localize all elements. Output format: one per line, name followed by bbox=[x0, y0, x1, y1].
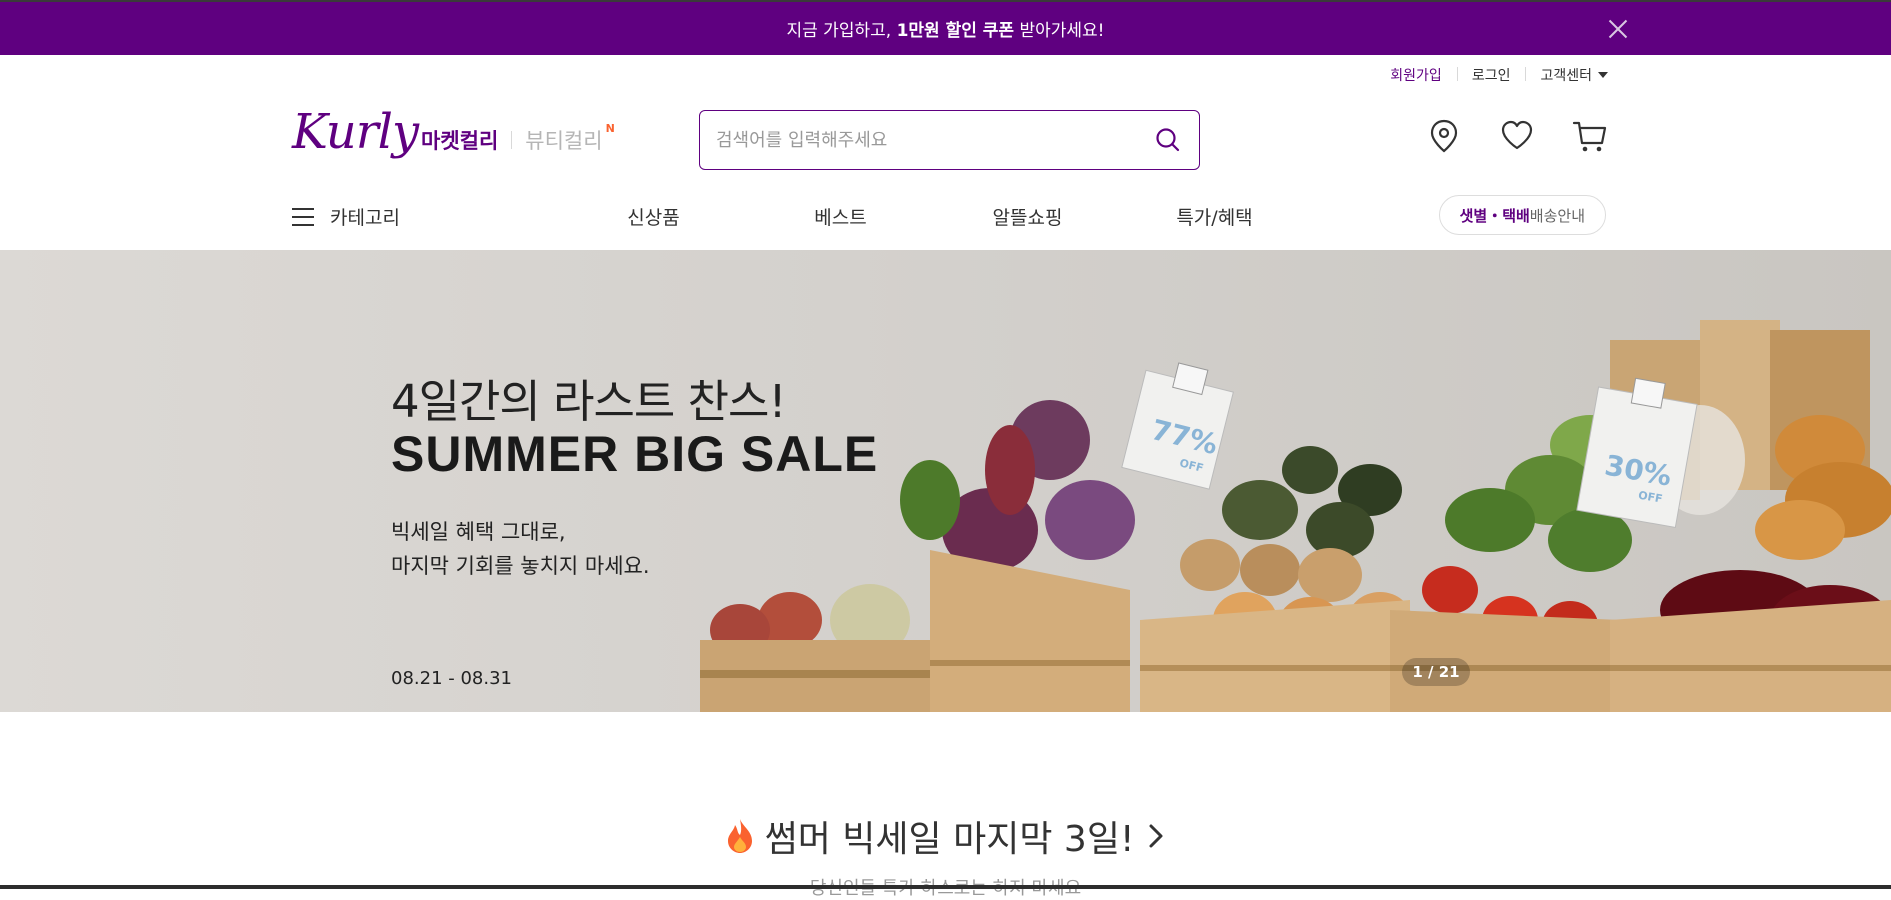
search-input[interactable] bbox=[716, 129, 1153, 151]
tab-beauty-kurly[interactable]: 뷰티컬리N bbox=[525, 122, 615, 155]
location-icon[interactable] bbox=[1426, 117, 1462, 155]
promo-text: 지금 가입하고, 1만원 할인 쿠폰 받아가세요! bbox=[786, 21, 1105, 41]
flame-icon bbox=[727, 819, 752, 853]
customer-center-link[interactable]: 고객센터 bbox=[1525, 65, 1608, 85]
user-icons bbox=[1426, 117, 1608, 155]
section-title: 썸머 빅세일 마지막 3일! bbox=[764, 819, 1135, 860]
caret-down-icon bbox=[1598, 72, 1608, 78]
slide-counter: 1 / 21 bbox=[1402, 658, 1470, 686]
category-menu[interactable]: 카테고리 bbox=[292, 203, 400, 230]
hero-banner[interactable]: 77% OFF 30% OFF 4일간의 라스트 찬스! SUMMER BIG … bbox=[0, 250, 1891, 712]
hamburger-icon bbox=[292, 207, 314, 226]
nav-item-saving[interactable]: 알뜰쇼핑 bbox=[934, 203, 1121, 230]
nav-menu: 신상품 베스트 알뜰쇼핑 특가/혜택 bbox=[560, 203, 1308, 230]
nav-item-best[interactable]: 베스트 bbox=[747, 203, 934, 230]
nav-item-new[interactable]: 신상품 bbox=[560, 203, 747, 230]
search-icon[interactable] bbox=[1153, 125, 1183, 155]
search-box bbox=[699, 110, 1200, 170]
chevron-right-icon bbox=[1149, 824, 1163, 848]
delivery-info-button[interactable]: 샛별・택배 배송안내 bbox=[1438, 195, 1606, 235]
cart-icon[interactable] bbox=[1572, 117, 1608, 155]
category-label: 카테고리 bbox=[330, 207, 400, 229]
section-header: 썸머 빅세일 마지막 3일! 당신인들 특가 하스로는 하지 마세요 bbox=[0, 810, 1891, 899]
nav-item-special[interactable]: 특가/혜택 bbox=[1121, 203, 1308, 230]
kurly-logo[interactable]: Kurly bbox=[292, 108, 419, 156]
brand-tabs: 마켓컬리 뷰티컬리N bbox=[421, 122, 615, 155]
hero-period: 08.21 - 08.31 bbox=[391, 668, 512, 689]
window-bottom-edge bbox=[0, 885, 1891, 889]
hero-produce-image: 77% OFF 30% OFF bbox=[700, 320, 1891, 712]
divider bbox=[511, 131, 513, 149]
close-icon[interactable] bbox=[1605, 16, 1631, 42]
signup-link[interactable]: 회원가입 bbox=[1375, 65, 1457, 85]
heart-icon[interactable] bbox=[1499, 117, 1535, 155]
hero-description: 빅세일 혜택 그대로, 마지막 기회를 놓치지 마세요. bbox=[391, 520, 650, 578]
new-badge: N bbox=[605, 122, 615, 135]
hero-title: SUMMER BIG SALE bbox=[391, 426, 879, 482]
tab-market-kurly[interactable]: 마켓컬리 bbox=[421, 125, 498, 155]
main-nav: 카테고리 신상품 베스트 알뜰쇼핑 특가/혜택 샛별・택배 배송안내 bbox=[0, 193, 1891, 257]
hero-headline: 4일간의 라스트 찬스! bbox=[391, 375, 786, 428]
user-menu: 회원가입 로그인 고객센터 bbox=[1375, 65, 1608, 85]
login-link[interactable]: 로그인 bbox=[1456, 65, 1526, 85]
promo-banner[interactable]: 지금 가입하고, 1만원 할인 쿠폰 받아가세요! bbox=[0, 0, 1891, 55]
section-title-link[interactable]: 썸머 빅세일 마지막 3일! bbox=[725, 810, 1167, 862]
